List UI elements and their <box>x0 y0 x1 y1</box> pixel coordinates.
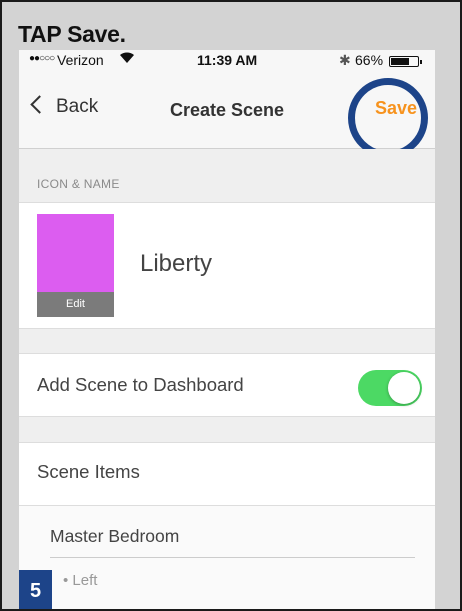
edit-icon-button[interactable]: Edit <box>37 292 114 317</box>
navigation-bar: Back Create Scene Save <box>19 72 435 158</box>
divider <box>50 557 415 558</box>
room-name: Master Bedroom <box>50 526 180 546</box>
room-group: Master Bedroom • Left <box>19 506 435 609</box>
carrier-name: Verizon <box>57 52 104 68</box>
scene-items-label: Scene Items <box>37 461 140 482</box>
instruction-text: TAP Save. <box>18 21 126 47</box>
phone-screen: ●●○○○ Verizon 11:39 AM ✱ 66% Back Create… <box>19 50 435 609</box>
bluetooth-icon: ✱ <box>339 52 351 68</box>
scene-icon-swatch[interactable]: Edit <box>37 214 114 317</box>
scene-items-row[interactable]: Scene Items <box>19 443 435 506</box>
battery-fill <box>391 58 409 65</box>
section-spacer <box>19 417 435 443</box>
instruction-frame: TAP Save. ●●○○○ Verizon 11:39 AM ✱ 66% B… <box>0 0 462 611</box>
scene-name-field[interactable]: Liberty <box>140 250 212 278</box>
signal-strength: ●●○○○ <box>29 53 55 64</box>
toggle-knob <box>388 372 420 404</box>
step-number-badge: 5 <box>19 570 52 609</box>
room-device-item[interactable]: • Left <box>63 572 97 589</box>
icon-name-section-header: ICON & NAME <box>19 149 435 203</box>
icon-name-row: Edit Liberty <box>19 203 435 329</box>
dashboard-toggle[interactable] <box>358 370 422 406</box>
section-spacer <box>19 329 435 354</box>
dashboard-label: Add Scene to Dashboard <box>37 374 244 395</box>
wifi-icon <box>119 51 135 67</box>
status-time: 11:39 AM <box>197 52 258 68</box>
battery-icon <box>389 56 422 67</box>
save-highlight-circle <box>348 78 428 158</box>
battery-percent: 66% <box>355 52 384 68</box>
dashboard-row: Add Scene to Dashboard <box>19 354 435 417</box>
status-bar: ●●○○○ Verizon 11:39 AM ✱ 66% <box>19 50 435 72</box>
section-header-label: ICON & NAME <box>37 177 120 191</box>
